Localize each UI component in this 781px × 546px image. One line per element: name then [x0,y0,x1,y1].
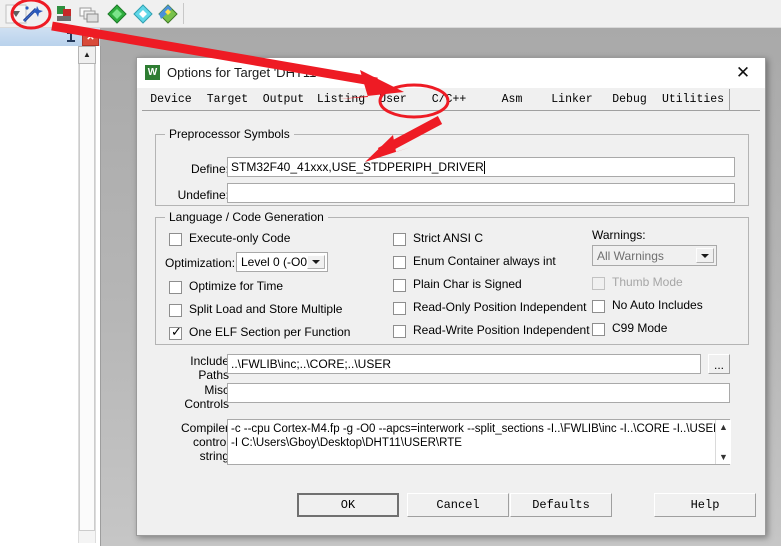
project-panel-scroll-thumb[interactable] [79,63,95,531]
define-input[interactable]: STM32F40_41xxx,USE_STDPERIPH_DRIVER [227,157,735,177]
tab-asm[interactable]: Asm [482,89,543,110]
optimization-select[interactable]: Level 0 (-O0) [236,252,328,272]
include-paths-label-line2: Paths [198,368,229,382]
chevron-down-icon[interactable] [696,248,714,263]
define-value: STM32F40_41xxx,USE_STDPERIPH_DRIVER [231,160,484,174]
checkbox-read-write-position-independent[interactable] [393,325,406,338]
dialog-title: Options for Target 'DHT11' [167,65,319,80]
tab-linker[interactable]: Linker [542,89,603,110]
warnings-value: All Warnings [597,248,664,263]
label-execute-only-code: Execute-only Code [189,231,291,245]
warnings-select[interactable]: All Warnings [592,245,717,266]
label-optimize-for-time: Optimize for Time [189,279,284,293]
checkbox-enum-container-always-int[interactable] [393,256,406,269]
checkbox-read-only-position-independent[interactable] [393,302,406,315]
misc-controls-input[interactable] [227,383,730,403]
checkbox-thumb-mode [592,277,605,290]
tab-c-cpp[interactable]: C/C++ [416,89,482,110]
ok-button[interactable]: OK [297,493,399,517]
label-read-only-position-independent: Read-Only Position Independent [413,300,587,314]
compiler-control-string-scrollbar[interactable]: ▲ ▼ [715,420,731,464]
compiler-control-string-line1: -c --cpu Cortex-M4.fp -g -O0 --apcs=inte… [231,423,722,435]
tabstrip-underline [142,110,760,111]
misc-controls-label-line1: Misc [204,383,229,397]
text-caret [483,160,485,174]
include-paths-value: ..\FWLIB\inc;..\CORE;..\USER [231,357,392,371]
label-split-load-and-store-multiple: Split Load and Store Multiple [189,302,343,316]
tab-device[interactable]: Device [142,89,201,110]
define-label: Define: [190,162,229,176]
label-read-write-position-independent: Read-Write Position Independent [413,323,590,337]
compiler-control-string-line2: -I C:\Users\Gboy\Desktop\DHT11\USER\RTE [231,437,462,449]
tab-listing[interactable]: Listing [312,89,371,110]
tab-target[interactable]: Target [200,89,256,110]
checkbox-strict-ansi-c[interactable] [393,233,406,246]
ide-toolbar [0,0,781,28]
scroll-up-arrow-icon[interactable]: ▲ [78,46,96,64]
include-paths-browse-button[interactable]: ... [708,354,730,374]
include-paths-input[interactable]: ..\FWLIB\inc;..\CORE;..\USER [227,354,701,374]
tab-output[interactable]: Output [255,89,313,110]
compiler-control-string-label-line2: control [192,435,229,449]
tabstrip: Device Target Output Listing User C/C++ … [142,89,760,111]
cancel-button[interactable]: Cancel [407,493,509,517]
keil-uvision-app-icon: W [145,65,160,80]
compiler-control-string-textarea[interactable]: -c --cpu Cortex-M4.fp -g -O0 --apcs=inte… [227,419,730,465]
dialog-titlebar[interactable]: W Options for Target 'DHT11' ✕ [137,58,765,88]
manage-run-time-environment-icon[interactable] [54,3,76,25]
download-to-flash-icon[interactable] [157,3,179,25]
options-for-target-dialog: W Options for Target 'DHT11' ✕ Device Ta… [136,57,766,536]
tab-debug[interactable]: Debug [602,89,658,110]
dialog-close-button[interactable]: ✕ [721,58,765,87]
checkbox-optimize-for-time[interactable] [169,281,182,294]
scroll-up-glyph: ▲ [83,50,91,59]
warnings-label: Warnings: [592,228,646,242]
configure-flash-tools-cyan-icon[interactable] [132,3,154,25]
pin-icon[interactable] [64,30,78,44]
label-enum-container-always-int: Enum Container always int [413,254,556,268]
preprocessor-symbols-legend: Preprocessor Symbols [165,127,294,141]
checkbox-split-load-and-store-multiple[interactable] [169,304,182,317]
label-strict-ansi-c: Strict ANSI C [413,231,484,245]
label-c99-mode: C99 Mode [612,321,668,335]
checkbox-execute-only-code[interactable] [169,233,182,246]
toolbar-separator [183,3,184,24]
check-glyph: ✓ [171,325,182,340]
include-paths-label-line1: Include [190,354,229,368]
scroll-down-arrow-icon[interactable]: ▼ [716,450,731,464]
defaults-button[interactable]: Defaults [510,493,612,517]
undefine-label: Undefine: [177,188,229,202]
label-plain-char-is-signed: Plain Char is Signed [413,277,522,291]
scroll-up-arrow-icon[interactable]: ▲ [716,420,731,434]
optimization-value: Level 0 (-O0) [241,255,312,269]
tab-utilities[interactable]: Utilities [657,89,730,110]
checkbox-c99-mode[interactable] [592,323,605,336]
batch-build-icon[interactable] [78,3,100,25]
misc-controls-label-line2: Controls [184,397,229,411]
label-one-elf-section-per-function: One ELF Section per Function [189,325,351,339]
label-no-auto-includes: No Auto Includes [612,298,703,312]
target-options-magic-wand-icon[interactable] [20,3,43,25]
language-code-generation-legend: Language / Code Generation [165,210,328,224]
optimization-label: Optimization: [165,256,236,270]
chevron-down-icon[interactable] [307,255,325,269]
checkbox-plain-char-is-signed[interactable] [393,279,406,292]
help-button[interactable]: Help [654,493,756,517]
compiler-control-string-label-line1: Compiler [180,421,229,435]
undefine-input[interactable] [227,183,735,203]
checkbox-one-elf-section-per-function[interactable]: ✓ [169,325,182,340]
compiler-control-string-label-line3: string [199,449,229,463]
panel-close-icon[interactable]: ✕ [82,30,99,46]
start-debug-session-green-icon[interactable] [106,3,128,25]
label-thumb-mode: Thumb Mode [612,275,683,289]
tab-user[interactable]: User [370,89,417,110]
checkbox-no-auto-includes[interactable] [592,300,605,313]
